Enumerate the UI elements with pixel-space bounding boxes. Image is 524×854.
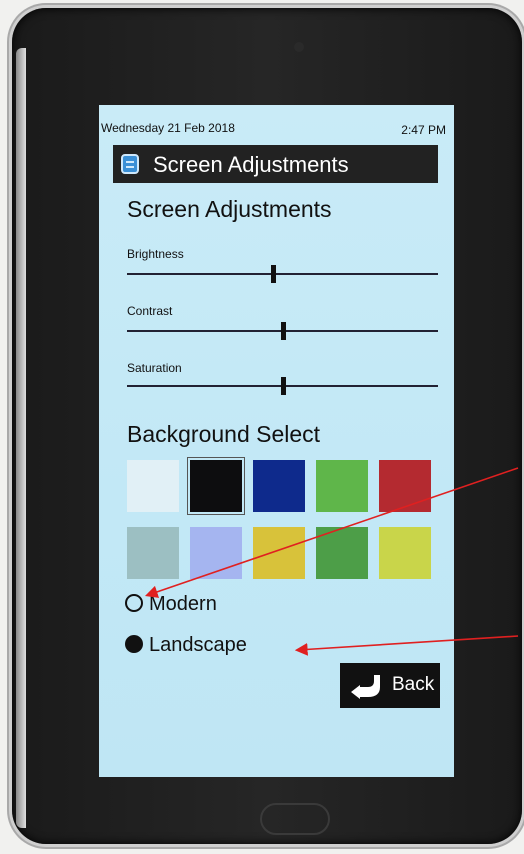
annotation-arrow-modern — [144, 467, 519, 598]
annotation-arrows — [144, 467, 519, 656]
annotation-arrow-landscape — [294, 635, 519, 656]
